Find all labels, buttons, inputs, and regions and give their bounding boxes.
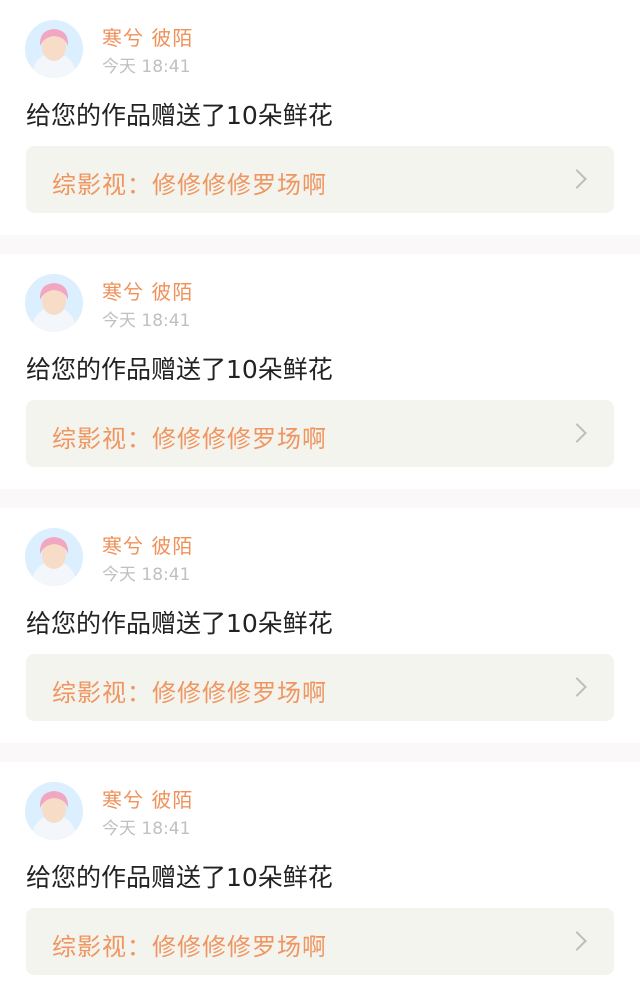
avatar-portrait-icon [25, 20, 83, 78]
separator [0, 489, 640, 508]
chevron-right-icon [567, 169, 587, 189]
avatar-portrait-icon [25, 782, 83, 840]
notification-item: 寒兮 彼陌 今天 18:41 给您的作品赠送了10朵鲜花 综影视：修修修修罗场啊 [0, 0, 640, 235]
separator [0, 743, 640, 762]
chevron-right-icon [567, 423, 587, 443]
timestamp: 今天 18:41 [102, 565, 191, 585]
work-link-button[interactable]: 综影视：修修修修罗场啊 [26, 908, 614, 975]
notification-item: 寒兮 彼陌 今天 18:41 给您的作品赠送了10朵鲜花 综影视：修修修修罗场啊 [0, 254, 640, 489]
user-name[interactable]: 寒兮 彼陌 [102, 22, 193, 51]
notification-feed: 寒兮 彼陌 今天 18:41 给您的作品赠送了10朵鲜花 综影视：修修修修罗场啊… [0, 0, 640, 997]
gift-message: 给您的作品赠送了10朵鲜花 [26, 355, 333, 384]
notification-item: 寒兮 彼陌 今天 18:41 给您的作品赠送了10朵鲜花 综影视：修修修修罗场啊 [0, 508, 640, 743]
separator [0, 235, 640, 254]
work-title: 综影视：修修修修罗场啊 [52, 933, 327, 961]
timestamp: 今天 18:41 [102, 819, 191, 839]
chevron-right-icon [567, 931, 587, 951]
chevron-right-icon [567, 677, 587, 697]
work-title: 综影视：修修修修罗场啊 [52, 171, 327, 199]
user-name[interactable]: 寒兮 彼陌 [102, 530, 193, 559]
notification-item: 寒兮 彼陌 今天 18:41 给您的作品赠送了10朵鲜花 综影视：修修修修罗场啊 [0, 762, 640, 997]
user-name[interactable]: 寒兮 彼陌 [102, 276, 193, 305]
user-name[interactable]: 寒兮 彼陌 [102, 784, 193, 813]
timestamp: 今天 18:41 [102, 311, 191, 331]
work-title: 综影视：修修修修罗场啊 [52, 425, 327, 453]
work-link-button[interactable]: 综影视：修修修修罗场啊 [26, 146, 614, 213]
work-link-button[interactable]: 综影视：修修修修罗场啊 [26, 654, 614, 721]
timestamp: 今天 18:41 [102, 57, 191, 77]
gift-message: 给您的作品赠送了10朵鲜花 [26, 863, 333, 892]
gift-message: 给您的作品赠送了10朵鲜花 [26, 609, 333, 638]
work-title: 综影视：修修修修罗场啊 [52, 679, 327, 707]
user-avatar[interactable] [25, 274, 83, 332]
user-avatar[interactable] [25, 782, 83, 840]
gift-message: 给您的作品赠送了10朵鲜花 [26, 101, 333, 130]
work-link-button[interactable]: 综影视：修修修修罗场啊 [26, 400, 614, 467]
user-avatar[interactable] [25, 20, 83, 78]
avatar-portrait-icon [25, 528, 83, 586]
avatar-portrait-icon [25, 274, 83, 332]
user-avatar[interactable] [25, 528, 83, 586]
